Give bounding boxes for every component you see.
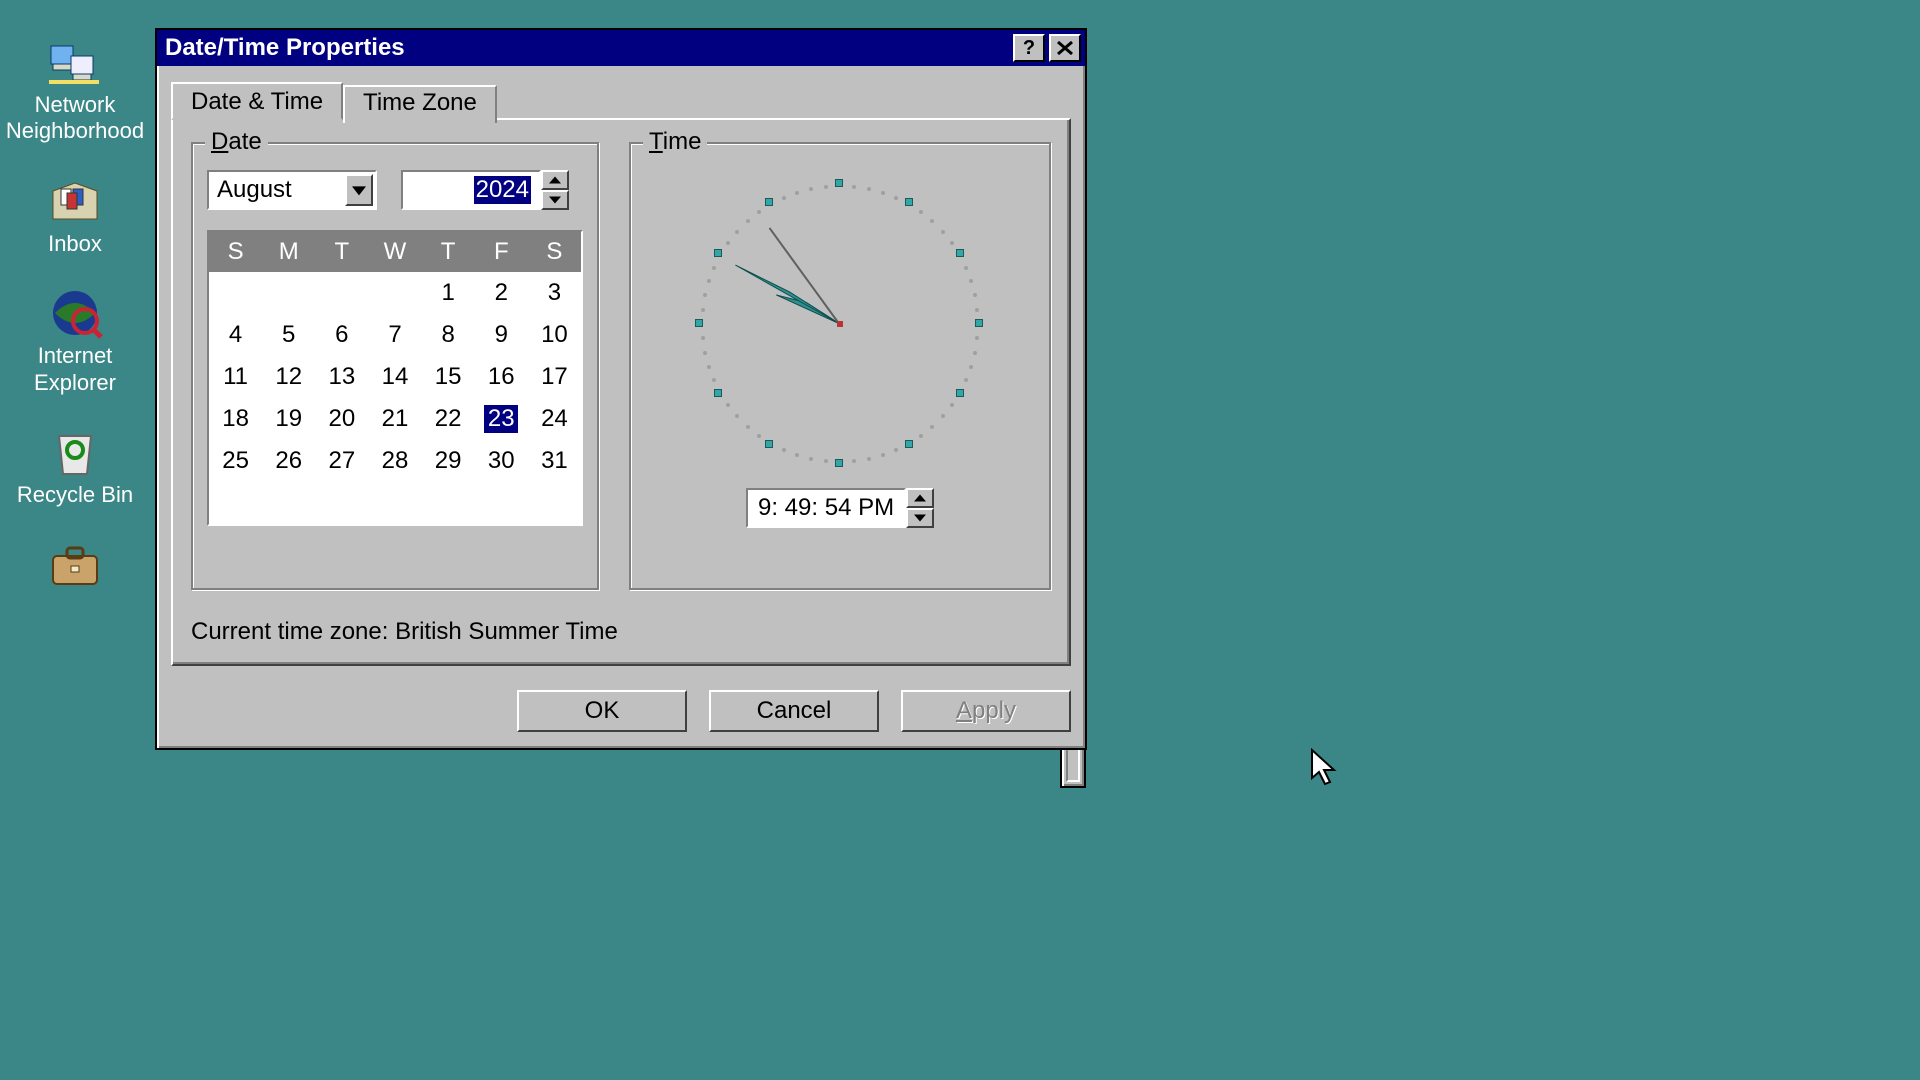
- window-title: Date/Time Properties: [165, 34, 1009, 62]
- calendar-body[interactable]: 1234567891011121314151617181920212223242…: [209, 272, 581, 482]
- calendar-header: SMTWTFS: [209, 232, 581, 272]
- internet-explorer-icon: [43, 287, 107, 343]
- tabstrip: Date & Time Time Zone: [171, 80, 1071, 118]
- inbox-icon: [43, 175, 107, 231]
- help-button[interactable]: ?: [1013, 34, 1045, 62]
- time-legend: Time: [643, 128, 707, 156]
- network-neighborhood-icon: [43, 36, 107, 92]
- calendar-weekday: M: [262, 238, 315, 266]
- date-legend: Date: [205, 128, 268, 156]
- calendar-day[interactable]: 27: [315, 447, 368, 475]
- tab-date-time[interactable]: Date & Time: [171, 82, 343, 120]
- close-button[interactable]: [1049, 34, 1081, 62]
- calendar[interactable]: SMTWTFS 12345678910111213141516171819202…: [207, 230, 583, 526]
- year-value: 2024: [474, 176, 531, 204]
- time-value: 9: 49: 54 PM: [758, 494, 894, 522]
- month-select[interactable]: August: [207, 170, 377, 210]
- calendar-day[interactable]: 23: [484, 405, 518, 433]
- year-field[interactable]: 2024: [401, 170, 541, 210]
- calendar-day[interactable]: 12: [262, 363, 315, 391]
- calendar-day[interactable]: 3: [528, 279, 581, 307]
- calendar-weekday: S: [528, 238, 581, 266]
- calendar-weekday: F: [475, 238, 528, 266]
- cancel-button[interactable]: Cancel: [709, 690, 879, 732]
- calendar-weekday: T: [315, 238, 368, 266]
- desktop-icon-inbox[interactable]: Inbox: [0, 175, 150, 257]
- calendar-day[interactable]: 20: [315, 405, 368, 433]
- desktop-icon-label: Internet Explorer: [0, 343, 150, 396]
- desktop-icon-internet-explorer[interactable]: Internet Explorer: [0, 287, 150, 396]
- tab-time-zone[interactable]: Time Zone: [343, 85, 497, 123]
- calendar-day[interactable]: 28: [368, 447, 421, 475]
- calendar-day[interactable]: 29: [422, 447, 475, 475]
- desktop-icon-recycle-bin[interactable]: Recycle Bin: [0, 426, 150, 508]
- spinner-up-icon[interactable]: [906, 488, 934, 508]
- calendar-day[interactable]: 1: [422, 279, 475, 307]
- apply-button[interactable]: Apply: [901, 690, 1071, 732]
- analog-clock: [690, 174, 990, 474]
- ok-button[interactable]: OK: [517, 690, 687, 732]
- calendar-weekday: S: [209, 238, 262, 266]
- tab-body: Date August 2024: [171, 118, 1071, 666]
- date-time-properties-window: Date/Time Properties ? Date & Time Time …: [155, 28, 1087, 750]
- dialog-buttons: OK Cancel Apply: [171, 690, 1071, 732]
- calendar-day[interactable]: 22: [422, 405, 475, 433]
- dropdown-arrow-icon[interactable]: [345, 174, 373, 206]
- spinner-down-icon[interactable]: [906, 508, 934, 528]
- calendar-day[interactable]: 8: [422, 321, 475, 349]
- calendar-day[interactable]: 30: [475, 447, 528, 475]
- calendar-day[interactable]: 21: [368, 405, 421, 433]
- desktop-icons: Network Neighborhood Inbox Internet Expl…: [0, 36, 150, 621]
- calendar-day[interactable]: 26: [262, 447, 315, 475]
- titlebar[interactable]: Date/Time Properties ?: [157, 30, 1085, 66]
- calendar-day[interactable]: 9: [475, 321, 528, 349]
- calendar-day[interactable]: 24: [528, 405, 581, 433]
- calendar-day[interactable]: 17: [528, 363, 581, 391]
- timezone-label: Current time zone: British Summer Time: [191, 618, 1051, 646]
- desktop-icon-label: Recycle Bin: [17, 482, 133, 508]
- briefcase-icon: [43, 538, 107, 594]
- calendar-day[interactable]: 10: [528, 321, 581, 349]
- time-spinner[interactable]: [906, 488, 934, 528]
- calendar-day[interactable]: 4: [209, 321, 262, 349]
- spinner-down-icon[interactable]: [541, 190, 569, 210]
- calendar-day[interactable]: 2: [475, 279, 528, 307]
- calendar-day[interactable]: 19: [262, 405, 315, 433]
- date-groupbox: Date August 2024: [191, 142, 599, 590]
- desktop-icon-briefcase[interactable]: My Briefcase: [0, 538, 150, 620]
- calendar-day[interactable]: 5: [262, 321, 315, 349]
- time-groupbox: Time 9: 49: 54 PM: [629, 142, 1051, 590]
- calendar-day[interactable]: 25: [209, 447, 262, 475]
- desktop-icon-network[interactable]: Network Neighborhood: [0, 36, 150, 145]
- calendar-weekday: T: [422, 238, 475, 266]
- calendar-day[interactable]: 15: [422, 363, 475, 391]
- calendar-day[interactable]: 7: [368, 321, 421, 349]
- month-value: August: [217, 176, 292, 204]
- desktop-icon-label: Network Neighborhood: [0, 92, 150, 145]
- time-field[interactable]: 9: 49: 54 PM: [746, 488, 906, 528]
- spinner-up-icon[interactable]: [541, 170, 569, 190]
- year-spinner[interactable]: [541, 170, 569, 210]
- calendar-day[interactable]: 6: [315, 321, 368, 349]
- recycle-bin-icon: [43, 426, 107, 482]
- desktop-icon-label: Inbox: [48, 231, 102, 257]
- calendar-day[interactable]: 18: [209, 405, 262, 433]
- clock-center-pin: [837, 321, 843, 327]
- calendar-day[interactable]: 11: [209, 363, 262, 391]
- calendar-day[interactable]: 13: [315, 363, 368, 391]
- calendar-weekday: W: [368, 238, 421, 266]
- calendar-day[interactable]: 16: [475, 363, 528, 391]
- calendar-day[interactable]: 31: [528, 447, 581, 475]
- calendar-day[interactable]: 14: [368, 363, 421, 391]
- mouse-cursor-icon: [1310, 748, 1342, 798]
